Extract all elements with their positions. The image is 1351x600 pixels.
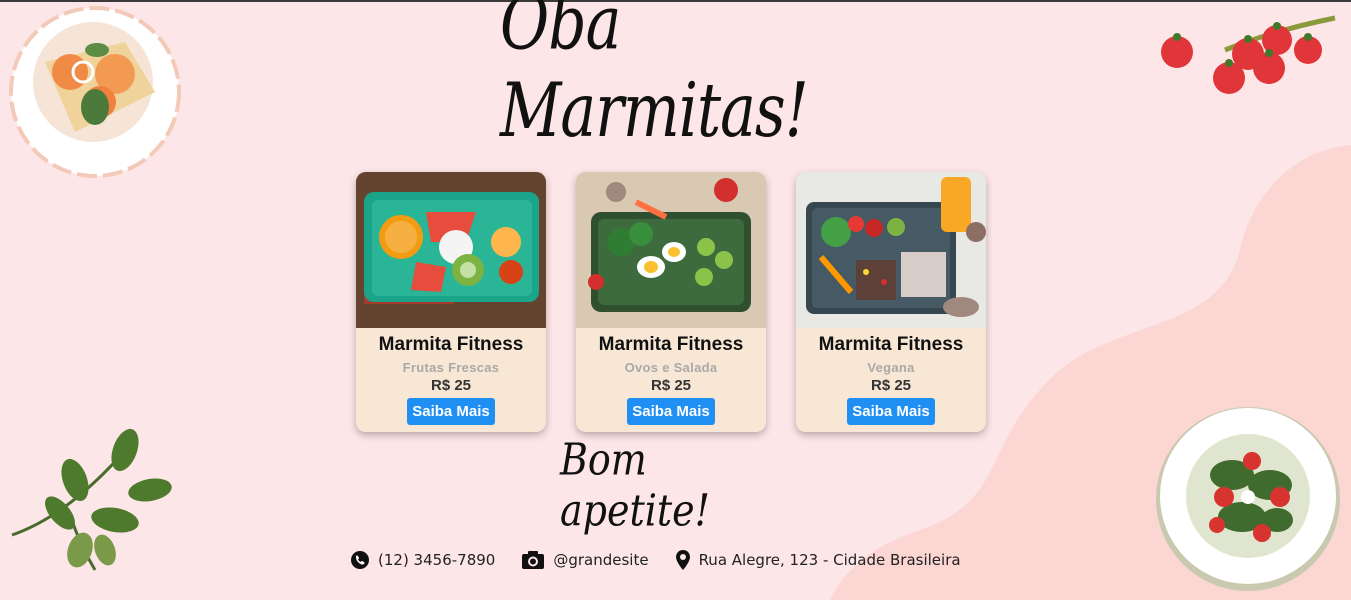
fruit-lunchbox-image <box>356 172 546 328</box>
product-card: Marmita Fitness Ovos e Salada R$ 25 Saib… <box>576 172 766 432</box>
card-price: R$ 25 <box>430 377 472 394</box>
saiba-mais-button[interactable]: Saiba Mais <box>407 398 495 425</box>
instagram-handle: @grandesite <box>553 551 649 569</box>
camera-icon <box>522 551 545 569</box>
card-subtitle: Frutas Frescas <box>402 360 500 375</box>
tomatoes-illustration <box>1161 15 1336 94</box>
instagram-contact: @grandesite <box>521 550 649 570</box>
product-card: Marmita Fitness Vegana R$ 25 Saiba Mais <box>796 172 986 432</box>
card-price: R$ 25 <box>870 377 912 394</box>
product-card: Marmita Fitness Frutas Frescas R$ 25 Sai… <box>356 172 546 432</box>
salad-plate-illustration <box>1156 407 1340 591</box>
card-title: Marmita Fitness <box>598 334 744 355</box>
card-subtitle: Ovos e Salada <box>624 360 718 375</box>
page-title: Oba Marmitas! <box>500 0 809 155</box>
card-title: Marmita Fitness <box>818 334 964 355</box>
vegan-lunchbox-image <box>796 172 986 328</box>
plate-illustration <box>9 6 181 178</box>
eggs-salad-lunchbox-image <box>576 172 766 328</box>
saiba-mais-button[interactable]: Saiba Mais <box>847 398 935 425</box>
saiba-mais-button[interactable]: Saiba Mais <box>627 398 715 425</box>
card-title: Marmita Fitness <box>378 334 524 355</box>
contact-footer: (12) 3456-7890 @grandesite Rua Alegre, 1… <box>350 546 987 574</box>
address-text: Rua Alegre, 123 - Cidade Brasileira <box>698 551 961 569</box>
herb-sprig-illustration <box>11 428 172 571</box>
address-contact: Rua Alegre, 123 - Cidade Brasileira <box>675 549 961 571</box>
card-price: R$ 25 <box>650 377 692 394</box>
phone-number: (12) 3456-7890 <box>378 551 496 569</box>
location-pin-icon <box>675 550 690 570</box>
closing-text: Bom apetite! <box>560 434 710 536</box>
card-subtitle: Vegana <box>867 360 915 375</box>
phone-icon <box>351 551 369 569</box>
phone-contact: (12) 3456-7890 <box>350 550 495 570</box>
